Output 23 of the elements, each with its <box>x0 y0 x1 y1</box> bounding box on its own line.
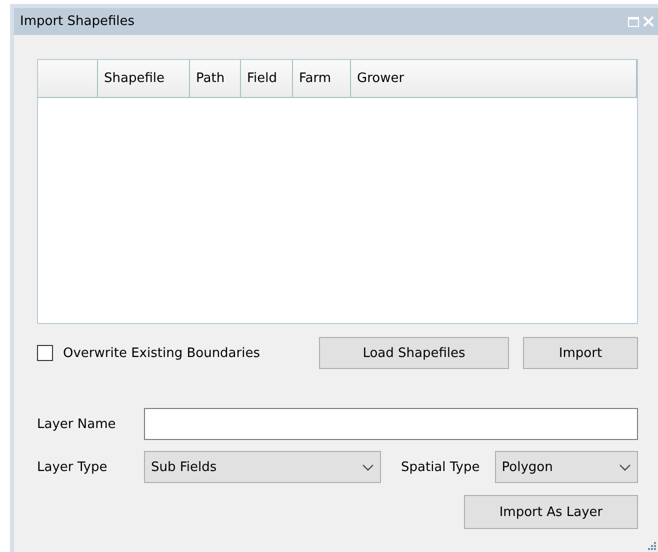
layer-name-field[interactable] <box>144 408 638 440</box>
import-as-layer-button[interactable]: Import As Layer <box>464 495 638 529</box>
column-header[interactable]: Field <box>241 60 293 98</box>
column-header[interactable]: Shapefile <box>98 60 190 98</box>
maximize-icon[interactable] <box>628 16 639 26</box>
load-shapefiles-button[interactable]: Load Shapefiles <box>319 337 509 369</box>
checkbox[interactable] <box>37 345 53 361</box>
close-icon[interactable] <box>643 16 654 27</box>
checkbox-label: Overwrite Existing Boundaries <box>63 346 260 360</box>
spatial-type-label: Spatial Type <box>401 460 480 474</box>
layer-type-label: Layer Type <box>37 460 108 474</box>
header-corner <box>38 60 98 98</box>
window-title: Import Shapefiles <box>20 14 136 29</box>
column-header[interactable]: Grower <box>351 60 637 98</box>
column-header[interactable]: Path <box>190 60 241 98</box>
resize-grip-icon[interactable] <box>648 542 656 550</box>
import-button[interactable]: Import <box>523 337 638 369</box>
layer-type-dropdown[interactable]: Sub Fields <box>144 451 381 483</box>
chevron-down-icon <box>619 464 631 470</box>
chevron-down-icon <box>362 464 374 470</box>
layer-name-label: Layer Name <box>37 416 117 432</box>
column-header[interactable]: Farm <box>293 60 351 98</box>
spatial-type-dropdown[interactable]: Polygon <box>494 451 638 483</box>
